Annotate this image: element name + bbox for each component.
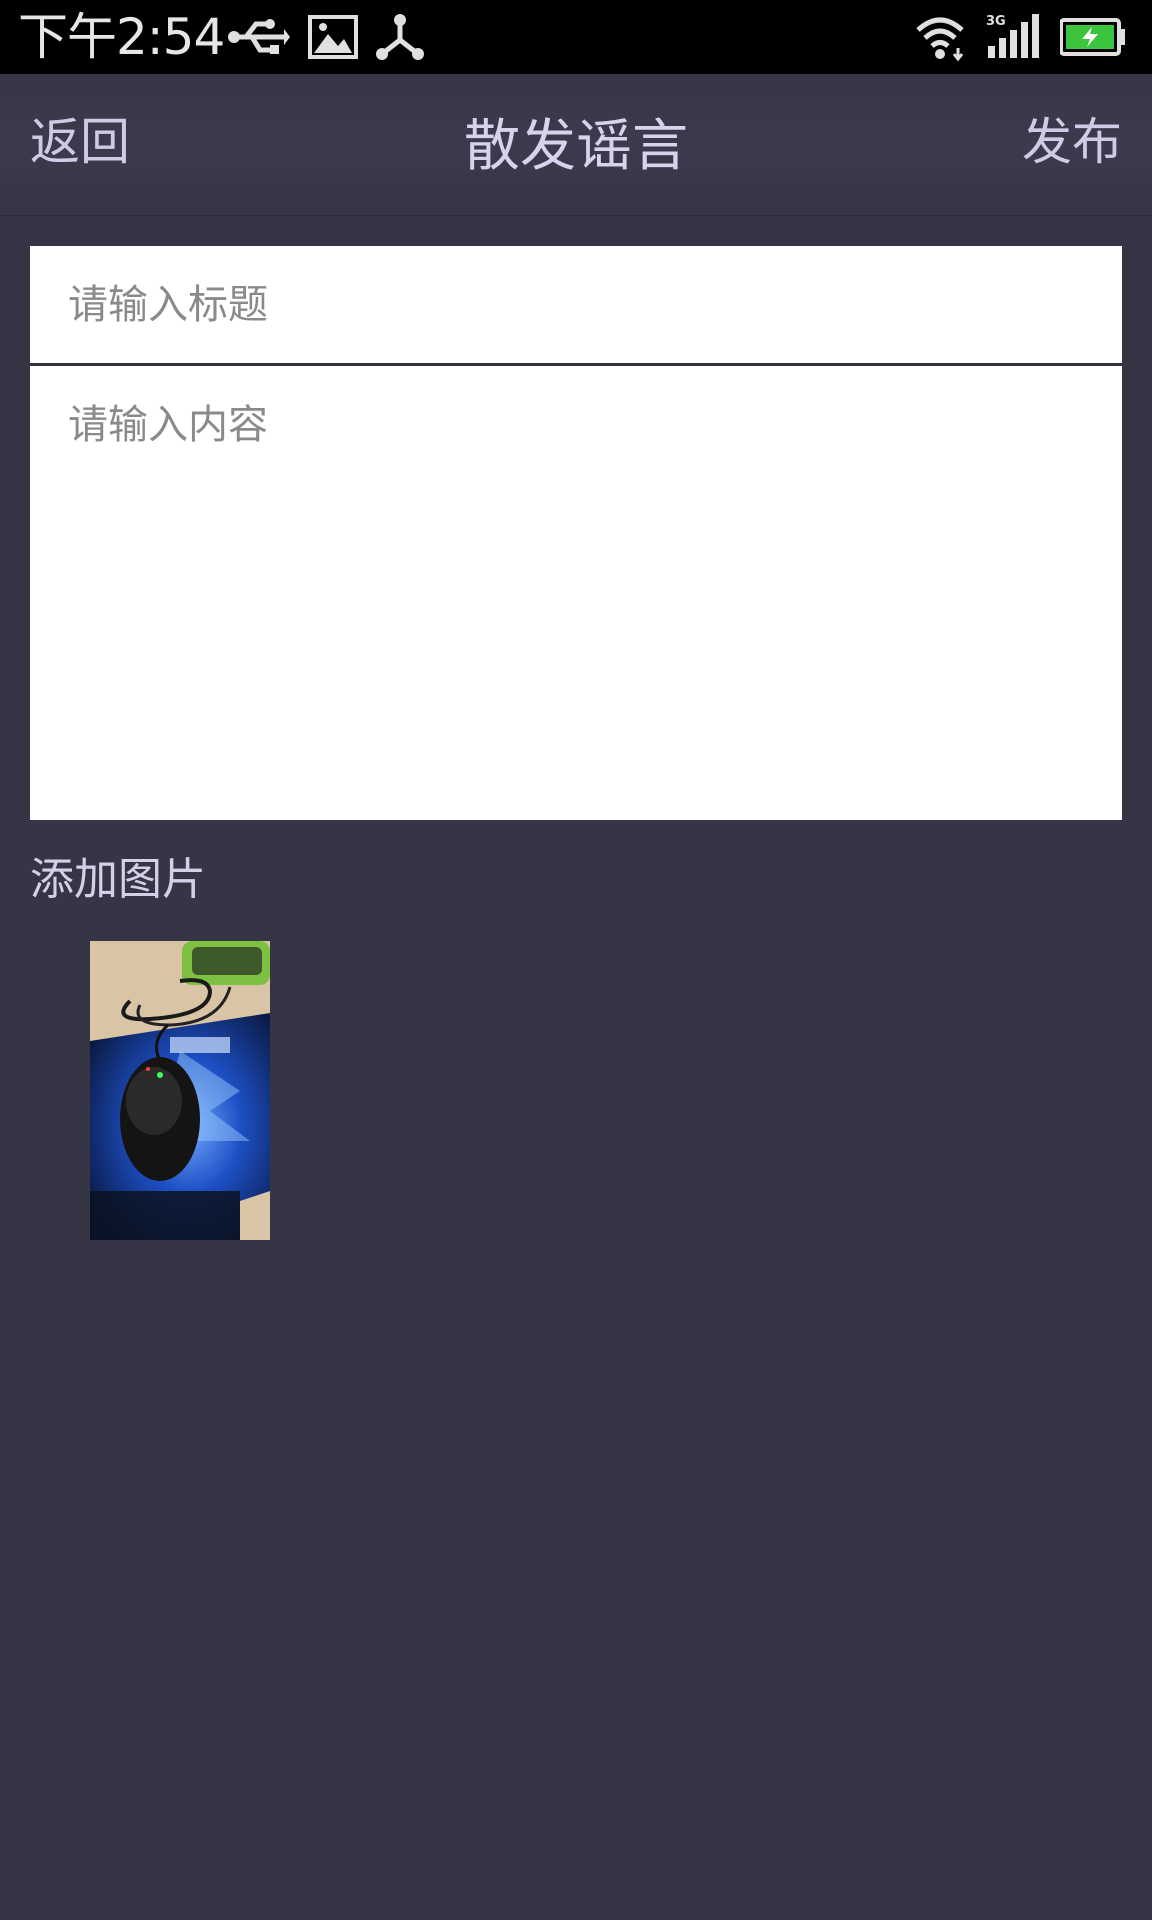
content-input[interactable]	[30, 369, 1122, 820]
wifi-icon	[914, 12, 966, 62]
post-form	[30, 246, 1122, 820]
title-bar: 返回 散发谣言 发布	[0, 74, 1152, 216]
battery-charging-icon	[1060, 12, 1126, 62]
status-time: 下午2:54	[18, 8, 225, 66]
photo-thumbnail-mouse	[90, 941, 270, 1240]
page-title: 散发谣言	[464, 114, 688, 179]
publish-button[interactable]: 发布	[1022, 110, 1122, 174]
title-input[interactable]	[30, 246, 1122, 366]
share-icon	[376, 12, 424, 62]
signal-3g-icon: 3G	[986, 12, 1042, 62]
image-thumbnail[interactable]	[90, 941, 270, 1240]
svg-text:3G: 3G	[986, 14, 1006, 29]
usb-icon	[226, 12, 290, 62]
add-image-label[interactable]: 添加图片	[30, 852, 206, 908]
status-bar: 下午2:54 3G	[0, 0, 1152, 74]
image-icon	[308, 12, 358, 62]
